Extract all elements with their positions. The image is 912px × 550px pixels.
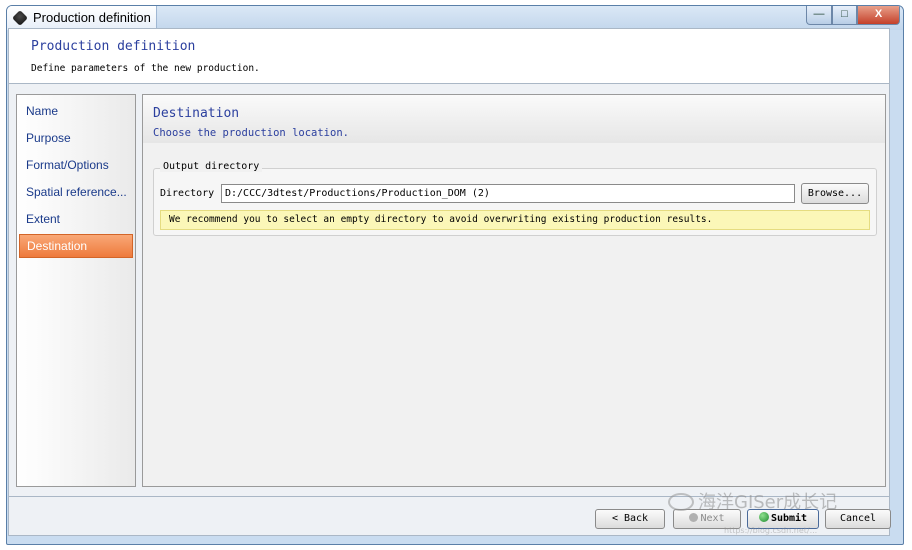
destination-panel: Destination Choose the production locati… [142, 94, 886, 487]
next-arrow-icon [689, 513, 699, 522]
minimize-button[interactable]: — [806, 6, 832, 25]
sidebar-item-spatial-reference[interactable]: Spatial reference... [19, 181, 133, 205]
wechat-icon [668, 493, 694, 511]
sidebar-item-destination[interactable]: Destination [19, 234, 133, 258]
group-label: Output directory [160, 161, 263, 172]
page-title: Destination [153, 106, 240, 121]
sidebar-item-format-options[interactable]: Format/Options [19, 154, 133, 178]
watermark-url: https://blog.csdn.net/... [724, 526, 818, 535]
header-subtitle: Define parameters of the new production. [31, 63, 260, 74]
close-button[interactable]: X [857, 6, 900, 25]
back-button[interactable]: < Back [595, 509, 665, 529]
panel-header: Destination Choose the production locati… [143, 95, 885, 143]
wizard-steps-sidebar: Name Purpose Format/Options Spatial refe… [16, 94, 136, 487]
output-directory-group: Output directory Directory D:/CCC/3dtest… [153, 161, 877, 236]
directory-label: Directory [160, 188, 215, 199]
wizard-header: Production definition Define parameters … [8, 28, 890, 84]
sidebar-item-extent[interactable]: Extent [19, 208, 133, 232]
submit-label: Submit [770, 513, 808, 524]
maximize-button[interactable]: □ [832, 6, 857, 25]
sidebar-item-name[interactable]: Name [19, 100, 133, 124]
directory-input[interactable]: D:/CCC/3dtest/Productions/Production_DOM… [221, 184, 795, 203]
watermark-text: 海洋GISer成长记 [698, 492, 838, 513]
title-bar[interactable]: Production definition — □ X [7, 6, 903, 30]
window-title: Production definition [33, 10, 151, 25]
sidebar-item-purpose[interactable]: Purpose [19, 127, 133, 151]
watermark: 海洋GISer成长记 [668, 488, 837, 514]
header-title: Production definition [31, 39, 196, 54]
warning-message: We recommend you to select an empty dire… [160, 210, 870, 230]
next-label: Next [700, 513, 725, 524]
browse-button[interactable]: Browse... [801, 183, 869, 204]
page-subtitle: Choose the production location. [153, 127, 349, 139]
